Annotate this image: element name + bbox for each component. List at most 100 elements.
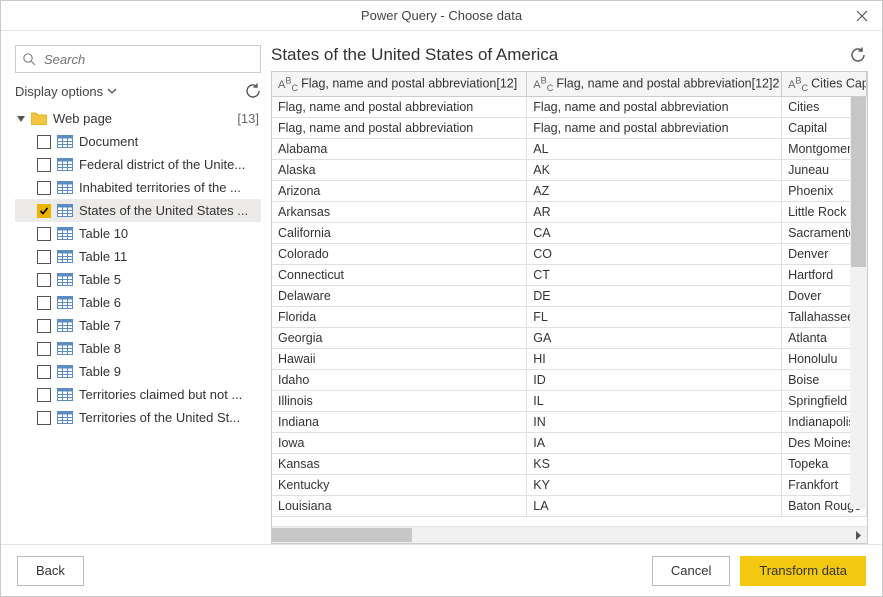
table-row[interactable]: CaliforniaCASacramento	[272, 222, 867, 243]
tree-item-label: Table 11	[79, 249, 127, 264]
table-icon	[57, 204, 73, 218]
sidebar: Display options Web page [13] Document Fe…	[15, 45, 271, 544]
checkbox[interactable]	[37, 411, 51, 425]
checkbox[interactable]	[37, 250, 51, 264]
refresh-icon	[245, 83, 261, 99]
tree-item-label: Table 10	[79, 226, 128, 241]
tree-item[interactable]: Territories of the United St...	[15, 406, 261, 429]
window-title: Power Query - Choose data	[361, 8, 522, 23]
refresh-button-sidebar[interactable]	[245, 83, 261, 99]
preview-header: States of the United States of America	[271, 45, 868, 65]
table-row[interactable]: ColoradoCODenver	[272, 243, 867, 264]
checkbox[interactable]	[37, 181, 51, 195]
display-options-label: Display options	[15, 84, 103, 99]
tree-item-label: Document	[79, 134, 138, 149]
table-cell: DE	[527, 285, 782, 306]
tree-item[interactable]: Table 5	[15, 268, 261, 291]
tree-item[interactable]: Table 8	[15, 337, 261, 360]
column-label: Flag, name and postal abbreviation[12]	[301, 77, 517, 91]
table-row[interactable]: Flag, name and postal abbreviationFlag, …	[272, 96, 867, 117]
tree-item[interactable]: Territories claimed but not ...	[15, 383, 261, 406]
checkbox[interactable]	[37, 319, 51, 333]
checkbox[interactable]	[37, 158, 51, 172]
table-row[interactable]: IdahoIDBoise	[272, 369, 867, 390]
tree-item[interactable]: Table 6	[15, 291, 261, 314]
tree-item[interactable]: Table 9	[15, 360, 261, 383]
table-icon	[57, 319, 73, 333]
table-icon	[57, 273, 73, 287]
table-row[interactable]: IowaIADes Moines	[272, 432, 867, 453]
table-cell: AZ	[527, 180, 782, 201]
table-row[interactable]: ArkansasARLittle Rock	[272, 201, 867, 222]
tree-item[interactable]: States of the United States ...	[15, 199, 261, 222]
search-input[interactable]	[15, 45, 261, 73]
checkbox[interactable]	[37, 273, 51, 287]
tree-item[interactable]: Inhabited territories of the ...	[15, 176, 261, 199]
tree-item-label: Inhabited territories of the ...	[79, 180, 241, 195]
tree-item-label: Territories of the United St...	[79, 410, 240, 425]
checkbox[interactable]	[37, 388, 51, 402]
tree-item-label: Table 6	[79, 295, 121, 310]
vertical-scroll-thumb[interactable]	[851, 97, 866, 267]
table-cell: Flag, name and postal abbreviation	[272, 96, 527, 117]
horizontal-scrollbar[interactable]	[272, 526, 867, 543]
table-row[interactable]: Flag, name and postal abbreviationFlag, …	[272, 117, 867, 138]
tree-item[interactable]: Table 7	[15, 314, 261, 337]
refresh-button-preview[interactable]	[850, 47, 866, 63]
table-row[interactable]: KentuckyKYFrankfort	[272, 474, 867, 495]
table-cell: GA	[527, 327, 782, 348]
folder-icon	[31, 112, 47, 125]
table-cell: AK	[527, 159, 782, 180]
caret-down-icon	[17, 115, 25, 123]
table-cell: AR	[527, 201, 782, 222]
cancel-button[interactable]: Cancel	[652, 556, 730, 586]
tree-root-web-page[interactable]: Web page [13]	[15, 107, 261, 130]
checkbox[interactable]	[37, 365, 51, 379]
display-options-row: Display options	[15, 83, 261, 99]
table-row[interactable]: IndianaINIndianapolis	[272, 411, 867, 432]
main-panel: States of the United States of America A…	[271, 45, 868, 544]
table-row[interactable]: ConnecticutCTHartford	[272, 264, 867, 285]
type-icon: ABC	[533, 79, 553, 91]
tree-item[interactable]: Table 11	[15, 245, 261, 268]
tree-item-label: Table 7	[79, 318, 121, 333]
tree-item-label: Territories claimed but not ...	[79, 387, 242, 402]
column-header[interactable]: ABCCities Capital	[782, 72, 867, 96]
checkbox[interactable]	[37, 296, 51, 310]
transform-data-button[interactable]: Transform data	[740, 556, 866, 586]
table-icon	[57, 135, 73, 149]
table-icon	[57, 388, 73, 402]
table-row[interactable]: DelawareDEDover	[272, 285, 867, 306]
checkbox[interactable]	[37, 204, 51, 218]
vertical-scrollbar[interactable]	[850, 97, 867, 509]
table-row[interactable]: ArizonaAZPhoenix	[272, 180, 867, 201]
table-cell: Louisiana	[272, 495, 527, 516]
table-row[interactable]: AlaskaAKJuneau	[272, 159, 867, 180]
table-cell: Georgia	[272, 327, 527, 348]
table-row[interactable]: FloridaFLTallahassee	[272, 306, 867, 327]
table-row[interactable]: GeorgiaGAAtlanta	[272, 327, 867, 348]
scroll-right-arrow[interactable]	[850, 527, 867, 544]
horizontal-scroll-thumb[interactable]	[272, 528, 412, 542]
column-header[interactable]: ABCFlag, name and postal abbreviation[12…	[527, 72, 782, 96]
table-row[interactable]: HawaiiHIHonolulu	[272, 348, 867, 369]
table-row[interactable]: KansasKSTopeka	[272, 453, 867, 474]
grid-viewport[interactable]: ABC Flag, name and postal abbreviation[12…	[272, 72, 867, 526]
close-button[interactable]	[842, 1, 882, 30]
back-button[interactable]: Back	[17, 556, 84, 586]
tree-item[interactable]: Document	[15, 130, 261, 153]
checkbox[interactable]	[37, 342, 51, 356]
table-cell: Flag, name and postal abbreviation	[527, 96, 782, 117]
table-row[interactable]: AlabamaALMontgomery	[272, 138, 867, 159]
table-row[interactable]: LouisianaLABaton Rouge	[272, 495, 867, 516]
checkbox[interactable]	[37, 227, 51, 241]
column-header[interactable]: ABCFlag, name and postal abbreviation[12…	[272, 72, 527, 96]
table-row[interactable]: IllinoisILSpringfield	[272, 390, 867, 411]
checkbox[interactable]	[37, 135, 51, 149]
tree-item[interactable]: Table 10	[15, 222, 261, 245]
nav-tree: Web page [13] Document Federal district o…	[15, 107, 261, 544]
table-cell: Arizona	[272, 180, 527, 201]
tree-item[interactable]: Federal district of the Unite...	[15, 153, 261, 176]
display-options-toggle[interactable]: Display options	[15, 84, 117, 99]
table-cell: KS	[527, 453, 782, 474]
